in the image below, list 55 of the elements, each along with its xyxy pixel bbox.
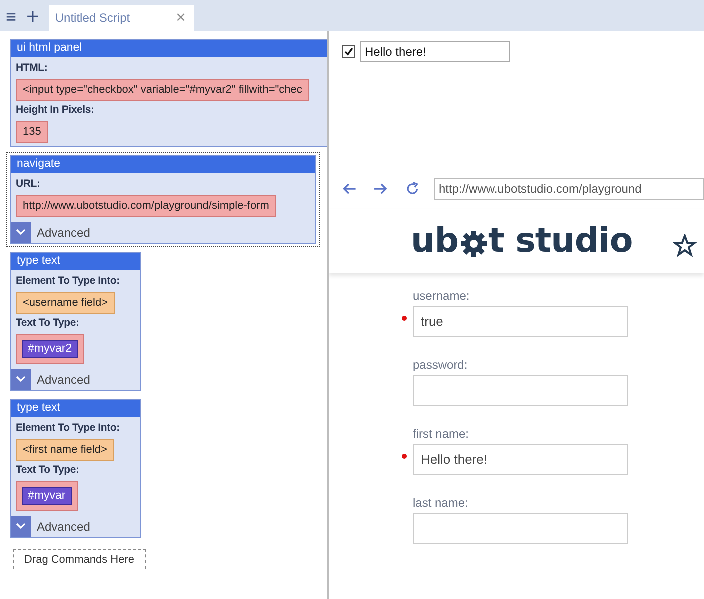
checkbox[interactable] xyxy=(342,45,355,58)
parameter-label: HTML: xyxy=(16,62,48,74)
parameter-field[interactable]: <first name field> xyxy=(16,439,114,461)
expand-button[interactable] xyxy=(11,516,31,537)
expand-button[interactable] xyxy=(11,369,31,390)
script-tab[interactable]: Untitled Script × xyxy=(49,5,194,31)
parameter-label: Element To Type Into: xyxy=(16,422,120,434)
parameter-field[interactable]: <username field> xyxy=(16,292,115,314)
chevron-down-icon xyxy=(16,229,26,236)
form-label: username: xyxy=(413,289,471,303)
logo-text: t studio xyxy=(488,221,633,261)
gear-icon xyxy=(460,230,488,258)
advanced-label[interactable]: Advanced xyxy=(37,372,90,386)
form-label: last name: xyxy=(413,496,470,510)
forward-arrow-icon[interactable] xyxy=(373,181,389,197)
command-card[interactable]: ui html panel HTML: <input type="checkbox" variable="#myvar2" fillwith="chec Height In Pixels: 135 xyxy=(10,39,327,147)
form-input[interactable]: Hello there! xyxy=(413,444,628,475)
parameter-label: Text To Type: xyxy=(16,317,80,329)
star-icon xyxy=(672,234,697,258)
menu-icon[interactable]: ≡ xyxy=(6,3,17,31)
command-title: type text xyxy=(11,253,140,270)
variable-chip: #myvar2 xyxy=(22,340,78,358)
parameter-label: URL: xyxy=(16,178,40,190)
parameter-field[interactable]: http://www.ubotstudio.com/playground/simple-form xyxy=(16,195,276,217)
back-arrow-icon[interactable] xyxy=(342,181,358,197)
logo-text: ub xyxy=(411,221,459,261)
address-bar[interactable]: http://www.ubotstudio.com/playground xyxy=(434,178,704,200)
parameter-field[interactable]: 135 xyxy=(16,121,48,143)
form-input[interactable] xyxy=(413,375,628,406)
parameter-label: Text To Type: xyxy=(16,464,80,476)
add-tab-button[interactable]: + xyxy=(22,3,44,31)
command-card[interactable]: navigate URL: http://www.ubotstudio.com/playground/simple-form Advanced xyxy=(10,155,316,244)
expand-button[interactable] xyxy=(11,222,31,243)
form-input[interactable] xyxy=(413,513,628,544)
command-title: type text xyxy=(11,400,140,417)
parameter-field[interactable]: #myvar xyxy=(16,481,78,511)
form-label: first name: xyxy=(413,427,470,441)
chevron-down-icon xyxy=(16,523,26,530)
parameter-field[interactable]: <input type="checkbox" variable="#myvar2" fillwith="chec xyxy=(16,79,310,101)
command-title: navigate xyxy=(11,156,315,173)
command-card[interactable]: type text Element To Type Into: <username field> Text To Type: #myvar2 Advanced xyxy=(10,252,141,391)
text-input[interactable]: Hello there! xyxy=(360,41,510,62)
parameter-label: Height In Pixels: xyxy=(16,104,94,116)
form-input[interactable]: true xyxy=(413,306,628,337)
advanced-label[interactable]: Advanced xyxy=(37,520,90,534)
variable-chip: #myvar xyxy=(22,487,72,505)
parameter-label: Element To Type Into: xyxy=(16,275,120,287)
tab-label: Untitled Script xyxy=(55,11,130,25)
advanced-label[interactable]: Advanced xyxy=(37,226,90,240)
form-label: password: xyxy=(413,358,469,372)
chevron-down-icon xyxy=(16,376,26,383)
command-title: ui html panel xyxy=(11,40,327,57)
drop-zone[interactable]: Drag Commands Here xyxy=(13,549,146,569)
command-card[interactable]: type text Element To Type Into: <first name field> Text To Type: #myvar Advanced xyxy=(10,399,141,538)
parameter-field[interactable]: #myvar2 xyxy=(16,334,84,364)
